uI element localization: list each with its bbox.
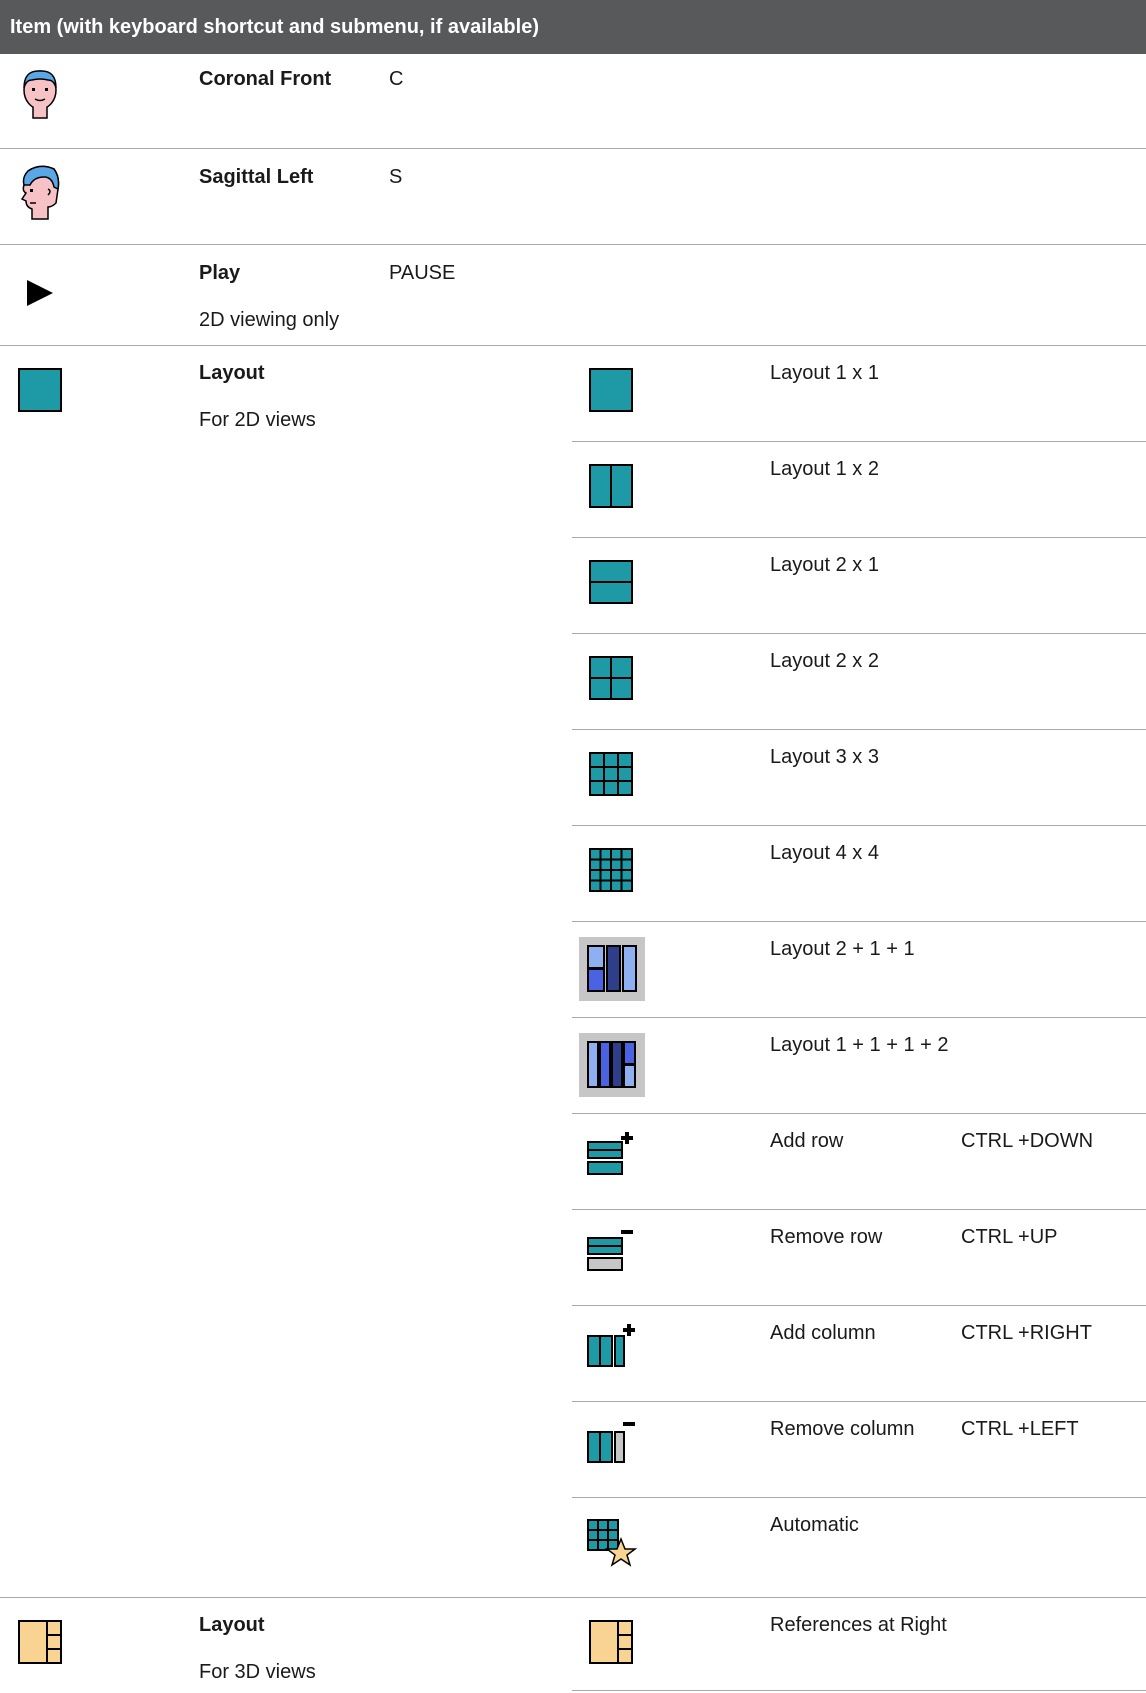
- remove-column-icon: [586, 1418, 636, 1468]
- submenu-item-label: Layout 1 + 1 + 1 + 2: [770, 1034, 949, 1056]
- submenu-item-label: Automatic: [770, 1514, 859, 1536]
- row-divider: [572, 1305, 1146, 1306]
- item-note: 2D viewing only: [199, 309, 340, 331]
- row-divider: [572, 729, 1146, 730]
- layout-2x2-icon: [589, 656, 633, 700]
- layout-4x4-icon: [589, 848, 633, 892]
- item-label: Play: [199, 262, 241, 284]
- submenu-item-label: Layout 3 x 3: [770, 746, 879, 768]
- row-divider: [572, 1690, 1146, 1691]
- submenu-item-label: Layout 4 x 4: [770, 842, 879, 864]
- play-icon: [26, 279, 54, 307]
- submenu-item-shortcut: CTRL +UP: [961, 1226, 1058, 1248]
- submenu-item-shortcut: CTRL +LEFT: [961, 1418, 1079, 1440]
- layout-1x1-icon: [18, 368, 62, 412]
- submenu-item-label: Layout 1 x 1: [770, 362, 879, 384]
- add-column-icon: [586, 1322, 636, 1372]
- row-divider: [572, 537, 1146, 538]
- layout-3x3-icon: [589, 752, 633, 796]
- row-divider: [572, 1401, 1146, 1402]
- item-note: For 3D views: [199, 1661, 316, 1683]
- layout-references-right-icon: [18, 1620, 62, 1664]
- layout-1x2-icon: [589, 464, 633, 508]
- automatic-layout-icon: [586, 1518, 638, 1570]
- item-shortcut: PAUSE: [389, 262, 456, 284]
- layout-1-1-1-2-icon: [579, 1033, 645, 1097]
- submenu-item-shortcut: CTRL +RIGHT: [961, 1322, 1092, 1344]
- add-row-icon: [586, 1130, 636, 1180]
- item-label: Sagittal Left: [199, 166, 314, 188]
- row-divider: [0, 244, 1146, 245]
- row-divider: [572, 921, 1146, 922]
- submenu-item-label: Remove column: [770, 1418, 915, 1440]
- row-divider: [572, 633, 1146, 634]
- item-label: Coronal Front: [199, 68, 332, 90]
- item-shortcut: C: [389, 68, 404, 90]
- row-divider: [572, 441, 1146, 442]
- row-divider: [0, 1597, 1146, 1598]
- layout-1x1-icon: [589, 368, 633, 412]
- submenu-item-shortcut: CTRL +DOWN: [961, 1130, 1094, 1152]
- submenu-item-label: Layout 2 x 2: [770, 650, 879, 672]
- table-header: Item (with keyboard shortcut and submenu…: [0, 0, 1146, 54]
- row-divider: [572, 1209, 1146, 1210]
- item-label: Layout: [199, 362, 265, 384]
- submenu-item-label: Layout 1 x 2: [770, 458, 879, 480]
- item-label: Layout: [199, 1614, 265, 1636]
- layout-2x1-icon: [589, 560, 633, 604]
- submenu-item-label: Layout 2 x 1: [770, 554, 879, 576]
- row-divider: [572, 1497, 1146, 1498]
- coronal-face-icon: [20, 68, 60, 120]
- row-divider: [0, 148, 1146, 149]
- item-shortcut: S: [389, 166, 403, 188]
- submenu-item-label: Add column: [770, 1322, 876, 1344]
- submenu-item-label: Remove row: [770, 1226, 883, 1248]
- submenu-item-label: Add row: [770, 1130, 844, 1152]
- remove-row-icon: [586, 1226, 636, 1276]
- row-divider: [0, 345, 1146, 346]
- sagittal-face-icon: [18, 163, 62, 223]
- layout-references-right-icon: [589, 1620, 633, 1664]
- row-divider: [572, 1113, 1146, 1114]
- submenu-item-label: References at Right: [770, 1614, 947, 1636]
- row-divider: [572, 825, 1146, 826]
- row-divider: [572, 1017, 1146, 1018]
- submenu-item-label: Layout 2 + 1 + 1: [770, 938, 915, 960]
- layout-2-1-1-icon: [579, 937, 645, 1001]
- item-note: For 2D views: [199, 409, 316, 431]
